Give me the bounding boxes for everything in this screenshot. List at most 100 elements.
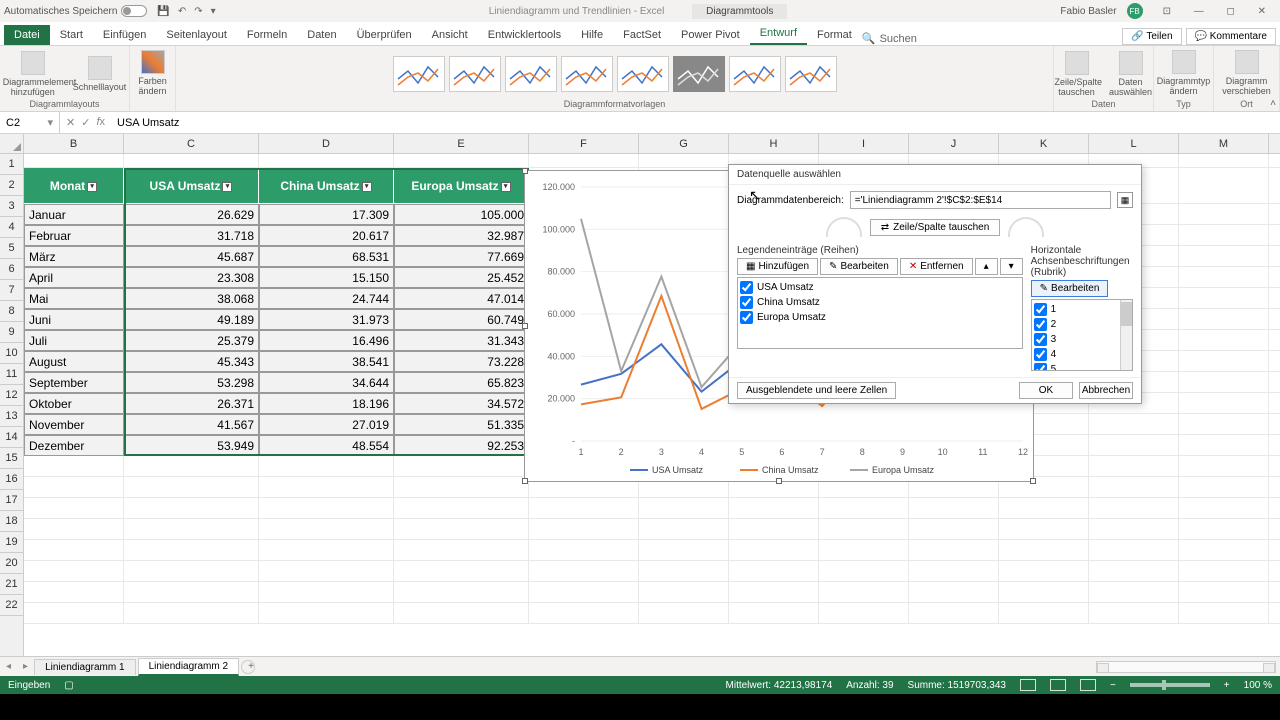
tab-factset[interactable]: FactSet [613, 25, 671, 45]
formula-input[interactable]: USA Umsatz [111, 117, 1280, 129]
maximize-icon[interactable]: ◻ [1217, 6, 1245, 17]
select-data-button[interactable]: Daten auswählen [1105, 49, 1157, 99]
axis-item[interactable]: 4 [1034, 347, 1130, 362]
tab-pagelayout[interactable]: Seitenlayout [156, 25, 237, 45]
cancel-formula-icon[interactable]: ✕ [66, 116, 75, 129]
document-title: Liniendiagramm und Trendlinien - Excel [489, 6, 665, 17]
quick-layout-button[interactable]: Schnelllayout [69, 54, 131, 94]
tab-format[interactable]: Format [807, 25, 862, 45]
axis-item[interactable]: 2 [1034, 317, 1130, 332]
move-chart-button[interactable]: Diagramm verschieben [1218, 48, 1275, 98]
series-list[interactable]: USA Umsatz China Umsatz Europa Umsatz [737, 277, 1023, 349]
column-headers[interactable]: BCDEFGHIJKLMN [24, 134, 1280, 154]
chart-style-thumb[interactable] [449, 56, 501, 92]
chart-style-thumb[interactable] [561, 56, 613, 92]
collapse-ribbon-icon[interactable]: ˄ [1270, 98, 1276, 109]
ribbon-options-icon[interactable]: ⊡ [1153, 6, 1181, 17]
svg-text:9: 9 [900, 447, 905, 457]
svg-text:Europa Umsatz: Europa Umsatz [872, 465, 935, 475]
horizontal-scrollbar[interactable] [255, 661, 1280, 673]
name-box[interactable]: C2 ▾ [0, 112, 60, 133]
zoom-slider[interactable] [1130, 683, 1210, 687]
view-pagebreak-icon[interactable] [1080, 679, 1096, 691]
axis-labels-list[interactable]: 1 2 3 4 5 [1031, 299, 1133, 371]
series-item[interactable]: USA Umsatz [740, 280, 1020, 295]
add-series-button[interactable]: ▦ Hinzufügen [737, 258, 818, 275]
svg-text:10: 10 [938, 447, 948, 457]
chart-style-thumb[interactable] [617, 56, 669, 92]
sheet-tabs: ◂ ▸ Liniendiagramm 1 Liniendiagramm 2 + [0, 656, 1280, 676]
tab-entwurf[interactable]: Entwurf [750, 23, 807, 45]
accept-formula-icon[interactable]: ✓ [81, 116, 90, 129]
edit-axis-button[interactable]: ✎ Bearbeiten [1031, 280, 1109, 297]
sheet-tab-2[interactable]: Liniendiagramm 2 [138, 658, 240, 676]
range-picker-icon[interactable]: ▦ [1117, 192, 1133, 208]
axis-item[interactable]: 5 [1034, 362, 1130, 371]
series-item[interactable]: Europa Umsatz [740, 310, 1020, 325]
view-normal-icon[interactable] [1020, 679, 1036, 691]
series-item[interactable]: China Umsatz [740, 295, 1020, 310]
save-icon[interactable]: 💾 [157, 6, 169, 17]
status-bar: Eingeben ▢ Mittelwert: 42213,98174 Anzah… [0, 676, 1280, 694]
tab-insert[interactable]: Einfügen [93, 25, 156, 45]
tab-powerpivot[interactable]: Power Pivot [671, 25, 750, 45]
share-button[interactable]: 🔗 Teilen [1122, 28, 1181, 45]
axis-item[interactable]: 3 [1034, 332, 1130, 347]
undo-icon[interactable]: ↶ [178, 6, 186, 17]
search-box[interactable]: 🔍 Suchen [862, 32, 917, 45]
tab-start[interactable]: Start [50, 25, 93, 45]
macro-record-icon[interactable]: ▢ [64, 680, 73, 691]
svg-text:20.000: 20.000 [547, 394, 575, 404]
change-chart-type-button[interactable]: Diagrammtyp ändern [1153, 48, 1215, 98]
chart-style-thumb[interactable] [729, 56, 781, 92]
chart-styles-gallery[interactable] [392, 48, 838, 99]
ok-button[interactable]: OK [1019, 382, 1073, 399]
select-all-corner[interactable] [0, 134, 24, 154]
tab-data[interactable]: Daten [297, 25, 346, 45]
chart-style-thumb[interactable] [505, 56, 557, 92]
sheet-nav-next[interactable]: ▸ [17, 661, 34, 672]
autosave-toggle[interactable]: Automatisches Speichern [4, 5, 147, 17]
move-up-button[interactable]: ▴ [975, 258, 998, 275]
remove-series-button[interactable]: ✕ Entfernen [900, 258, 973, 275]
comments-button[interactable]: 💬 Kommentare [1186, 28, 1276, 45]
tab-view[interactable]: Ansicht [422, 25, 478, 45]
add-sheet-button[interactable]: + [241, 660, 255, 674]
axis-labels-label: Horizontale Achsenbeschriftungen (Rubrik… [1031, 245, 1133, 278]
tab-review[interactable]: Überprüfen [347, 25, 422, 45]
sheet-tab-1[interactable]: Liniendiagramm 1 [34, 659, 136, 675]
chart-style-thumb[interactable] [785, 56, 837, 92]
switch-row-col-button[interactable]: Zeile/Spalte tauschen [1051, 49, 1103, 99]
fx-icon[interactable]: fx [96, 116, 105, 129]
change-colors-button[interactable]: Farben ändern [134, 48, 171, 98]
svg-text:4: 4 [699, 447, 704, 457]
svg-text:China Umsatz: China Umsatz [762, 465, 819, 475]
axis-item[interactable]: 1 [1034, 302, 1130, 317]
dialog-title: Datenquelle auswählen [729, 165, 1141, 185]
view-pagelayout-icon[interactable] [1050, 679, 1066, 691]
move-down-button[interactable]: ▾ [1000, 258, 1023, 275]
svg-text:5: 5 [739, 447, 744, 457]
sheet-nav-prev[interactable]: ◂ [0, 661, 17, 672]
tab-formulas[interactable]: Formeln [237, 25, 297, 45]
minimize-icon[interactable]: — [1184, 6, 1214, 17]
edit-series-button[interactable]: ✎ Bearbeiten [820, 258, 898, 275]
chart-style-thumb[interactable] [393, 56, 445, 92]
switch-row-column-button[interactable]: ⇄ Zeile/Spalte tauschen [870, 219, 1001, 236]
avatar[interactable]: FB [1127, 3, 1143, 19]
close-icon[interactable]: ✕ [1248, 6, 1276, 17]
svg-text:12: 12 [1018, 447, 1028, 457]
row-headers[interactable]: 12345678910111213141516171819202122 [0, 154, 24, 656]
redo-icon[interactable]: ↷ [194, 6, 202, 17]
tab-dev[interactable]: Entwicklertools [478, 25, 571, 45]
select-data-source-dialog: Datenquelle auswählen Diagrammdatenberei… [728, 164, 1142, 404]
chart-range-input[interactable] [850, 191, 1111, 209]
zoom-level[interactable]: 100 % [1244, 680, 1272, 691]
svg-text:80.000: 80.000 [547, 267, 575, 277]
chart-style-thumb[interactable] [673, 56, 725, 92]
add-chart-element-button[interactable]: Diagrammelement hinzufügen [0, 49, 67, 99]
hidden-cells-button[interactable]: Ausgeblendete und leere Zellen [737, 382, 896, 399]
tab-file[interactable]: Datei [4, 25, 50, 45]
cancel-button[interactable]: Abbrechen [1079, 382, 1133, 399]
tab-help[interactable]: Hilfe [571, 25, 613, 45]
